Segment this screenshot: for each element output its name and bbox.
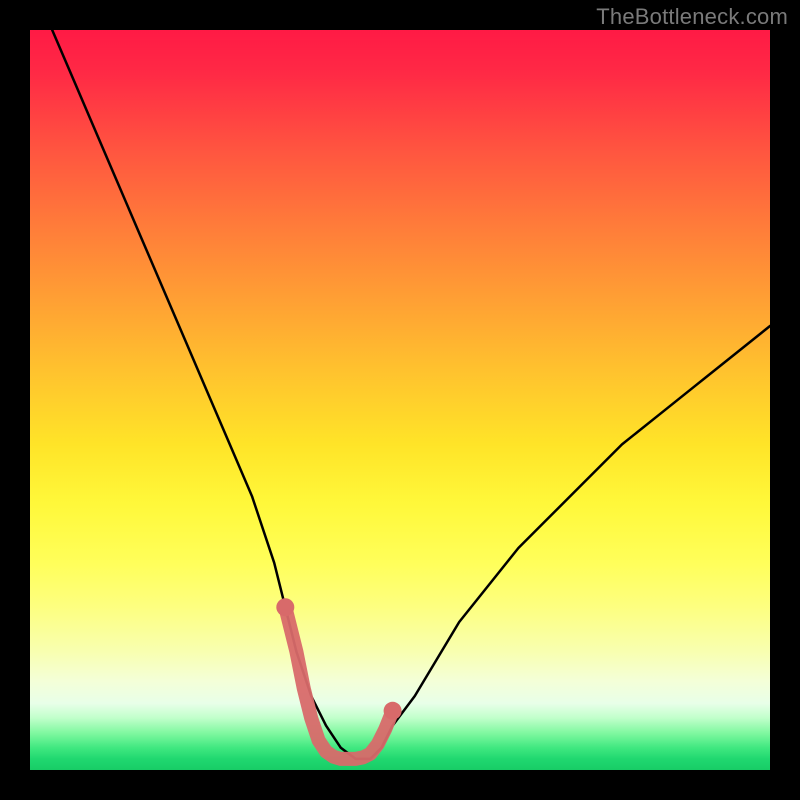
watermark-text: TheBottleneck.com [596,4,788,30]
bottleneck-chart [30,30,770,770]
highlight-endpoint [276,598,294,616]
chart-frame: TheBottleneck.com [0,0,800,800]
highlight-range [285,607,392,759]
highlight-endpoint [384,702,402,720]
curve-path [52,30,770,759]
plot-area [30,30,770,770]
